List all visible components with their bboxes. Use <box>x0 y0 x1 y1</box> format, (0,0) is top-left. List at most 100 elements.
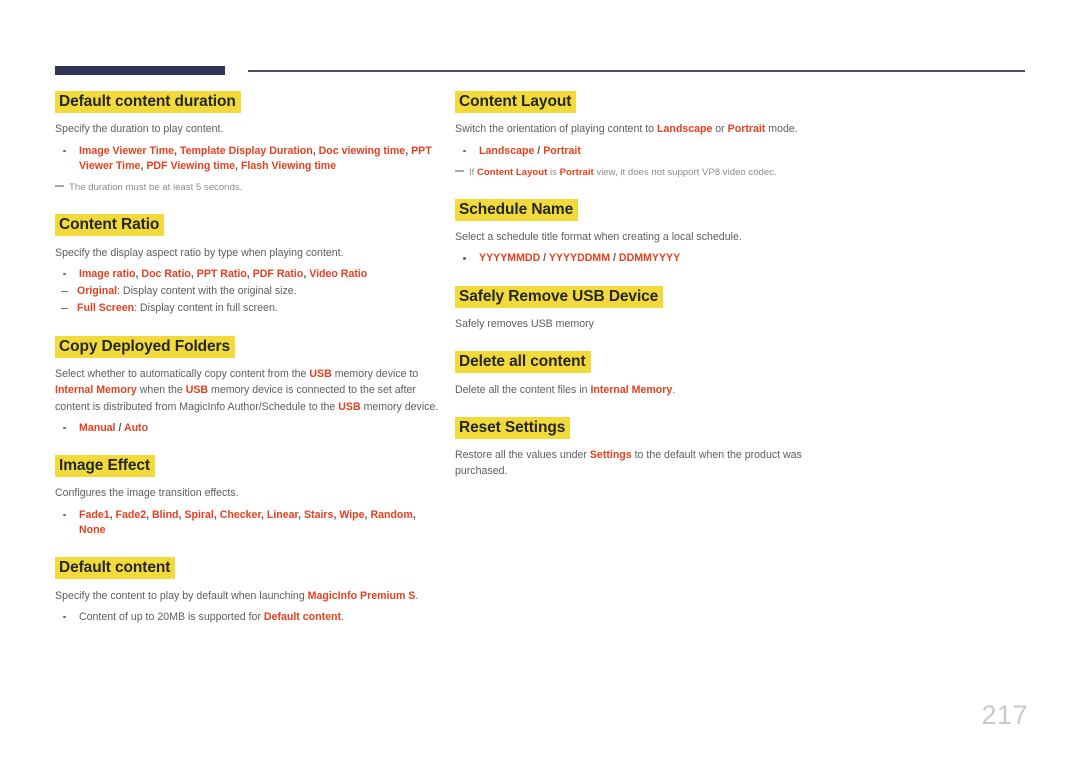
list-item-text: , <box>412 508 416 521</box>
sub-list-item-text: : Display content in full screen. <box>134 301 278 314</box>
section-heading-text: Content Ratio <box>55 214 165 237</box>
section-heading-text: Safely Remove USB Device <box>455 285 664 308</box>
footnote: If Content Layout is Portrait view, it d… <box>455 166 855 180</box>
list-item-text: / <box>534 144 544 157</box>
doc-section: Content Ratio Specify the display aspect … <box>55 214 445 317</box>
list-item-text: . <box>341 610 344 623</box>
section-heading-text: Copy Deployed Folders <box>55 335 236 358</box>
option-list: Fade1, Fade2, Blind, Spiral, Checker, Li… <box>55 508 445 539</box>
keyword-term: USB <box>185 384 209 397</box>
keyword-term: YYYYMMDD <box>479 252 541 265</box>
option-list: Manual / Auto <box>55 421 445 436</box>
body-text-run: mode. <box>765 123 798 136</box>
keyword-term: Wipe <box>339 508 365 521</box>
header-rule <box>0 64 1080 78</box>
keyword-term: PDF Viewing time <box>146 159 236 172</box>
section-body-text: Select a schedule title format when crea… <box>455 229 855 245</box>
list-item-text: / <box>610 252 619 265</box>
body-text-run: when the <box>136 384 186 397</box>
doc-section: Reset Settings Restore all the values und… <box>455 416 855 480</box>
body-text-run: Restore all the values under <box>455 449 590 462</box>
list-item: Landscape / Portrait <box>455 144 855 159</box>
footnote-text: view, it does not support VP8 video code… <box>593 166 777 178</box>
keyword-term: Portrait <box>543 144 581 157</box>
doc-section: Default content Specify the content to pl… <box>55 557 445 625</box>
section-body-text: Restore all the values under Settings to… <box>455 447 855 479</box>
section-heading: Safely Remove USB Device <box>455 285 855 308</box>
option-list: Landscape / Portrait <box>455 144 855 159</box>
body-text-run: Select whether to automatically copy con… <box>55 368 310 381</box>
body-text-run: Switch the orientation of playing conten… <box>455 123 657 136</box>
doc-section: Default content duration Specify the dura… <box>55 91 445 195</box>
section-body-text: Select whether to automatically copy con… <box>55 366 445 414</box>
list-item: Content of up to 20MB is supported for D… <box>55 610 445 625</box>
keyword-term: Content Layout <box>477 166 548 178</box>
keyword-term: Default content <box>263 610 342 623</box>
section-heading: Default content duration <box>55 91 445 113</box>
option-list: Content of up to 20MB is supported for D… <box>55 610 445 625</box>
option-list: Image ratio, Doc Ratio, PPT Ratio, PDF R… <box>55 267 445 317</box>
section-body-text: Switch the orientation of playing conten… <box>455 121 855 137</box>
section-heading: Delete all content <box>455 351 855 374</box>
keyword-term: Original <box>77 285 118 298</box>
keyword-term: Fade1 <box>79 508 110 521</box>
keyword-term: Image ratio <box>79 267 136 280</box>
doc-section: Schedule Name Select a schedule title for… <box>455 198 855 267</box>
section-body-text: Delete all the content files in Internal… <box>455 382 855 398</box>
keyword-term: USB <box>309 368 332 381</box>
keyword-term: Auto <box>123 421 149 434</box>
list-item: Image Viewer Time, Template Display Dura… <box>55 144 445 175</box>
keyword-term: PDF Ratio <box>252 267 304 280</box>
keyword-term: Landscape <box>479 144 535 157</box>
body-text-run: Specify the display aspect ratio by type… <box>55 246 344 259</box>
left-column: Default content duration Specify the dura… <box>55 91 445 625</box>
body-text-run: Configures the image transition effects. <box>55 487 239 500</box>
section-heading-text: Delete all content <box>455 351 591 374</box>
page-number: 217 <box>981 700 1028 730</box>
section-body-text: Specify the duration to play content. <box>55 121 445 137</box>
sub-list-item: Original: Display content with the origi… <box>55 284 445 300</box>
body-text-run: Select a schedule title format when crea… <box>455 231 742 244</box>
keyword-term: Checker <box>219 508 261 521</box>
keyword-term: Settings <box>589 449 632 462</box>
doc-section: Content Layout Switch the orientation of … <box>455 91 855 180</box>
keyword-term: Video Ratio <box>309 267 368 280</box>
keyword-term: Portrait <box>559 166 594 178</box>
doc-section: Delete all content Delete all the content… <box>455 351 855 398</box>
footnote-text: The duration must be at least 5 seconds. <box>69 182 243 194</box>
keyword-term: PPT Ratio <box>196 267 247 280</box>
keyword-term: Internal Memory <box>55 384 137 397</box>
doc-section: Safely Remove USB Device Safely removes U… <box>455 285 855 333</box>
keyword-term: Landscape <box>657 123 713 136</box>
body-text-run: memory device. <box>360 400 439 413</box>
keyword-term: Spiral <box>184 508 214 521</box>
section-body-text: Specify the content to play by default w… <box>55 588 445 604</box>
keyword-term: Blind <box>152 508 179 521</box>
footnote: The duration must be at least 5 seconds. <box>55 181 445 195</box>
section-heading-text: Default content duration <box>55 91 241 113</box>
body-text-run: . <box>415 589 419 602</box>
list-item: Manual / Auto <box>55 421 445 436</box>
body-text-run: memory device to <box>331 368 419 381</box>
header-rule-thick-bar <box>55 66 225 75</box>
keyword-term: Portrait <box>727 123 766 136</box>
section-body-text: Specify the display aspect ratio by type… <box>55 245 445 261</box>
section-heading-text: Schedule Name <box>455 198 579 221</box>
right-column: Content Layout Switch the orientation of … <box>455 91 855 480</box>
keyword-term: Full Screen <box>77 301 135 314</box>
body-text-run: Specify the duration to play content. <box>55 123 224 136</box>
body-text-run: Delete all the content files in <box>455 383 591 396</box>
section-heading: Reset Settings <box>455 416 855 439</box>
section-heading-text: Reset Settings <box>455 416 571 439</box>
list-item: Fade1, Fade2, Blind, Spiral, Checker, Li… <box>55 508 445 539</box>
section-heading: Image Effect <box>55 454 445 477</box>
section-heading: Default content <box>55 557 445 580</box>
body-text-run: Safely removes USB memory <box>455 318 594 331</box>
keyword-term: MagicInfo Premium S <box>307 589 416 602</box>
sub-list-item-text: : Display content with the original size… <box>117 285 297 298</box>
section-body-text: Safely removes USB memory <box>455 316 855 332</box>
option-list: YYYYMMDD / YYYYDDMM / DDMMYYYY <box>455 251 855 266</box>
section-heading-text: Content Layout <box>455 91 577 113</box>
body-text-run: . <box>672 383 676 396</box>
section-heading: Schedule Name <box>455 198 855 221</box>
